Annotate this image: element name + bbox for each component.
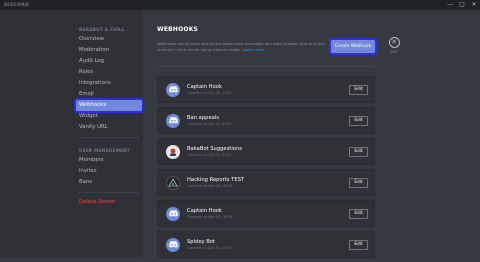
discord-logo-icon (168, 117, 178, 124)
sidebar-item-overview[interactable]: Overview (76, 34, 142, 45)
webhook-avatar (166, 175, 180, 190)
discord-logo-icon (168, 86, 178, 93)
webhook-info: BakaBot Suggestions Created on Oct 22, 2… (187, 146, 349, 158)
webhook-info: Spidey Bot Created on Apr 30, 2019 (187, 239, 349, 251)
webhook-avatar (166, 206, 180, 221)
webhooks-description: Webhooks are an easy way to get automate… (157, 41, 332, 53)
settings-sidebar: BAKABOT & CHILL Overview Moderation Audi… (0, 10, 144, 257)
server-section-header: BAKABOT & CHILL (79, 27, 125, 32)
edit-button[interactable]: Edit (349, 84, 368, 95)
sidebar-item-roles[interactable]: Roles (76, 67, 142, 78)
custom-avatar-icon (168, 177, 178, 186)
close-icon[interactable]: ✕ (388, 37, 400, 48)
title-bar: DISCORD — □ ✕ (0, 0, 480, 10)
sidebar-item-webhooks[interactable]: Webhooks (74, 98, 144, 113)
sidebar-item-bans[interactable]: Bans (76, 177, 142, 188)
webhook-info: Captain Hook Created on Nov 30, 2018 (187, 208, 349, 220)
edit-button[interactable]: Edit (349, 146, 368, 157)
edit-button[interactable]: Edit (349, 177, 368, 188)
webhook-row: Hacking Reports TEST Created on Nov 30, … (157, 169, 375, 196)
webhook-date: Created on Oct 18, 2018 (187, 90, 232, 95)
webhook-name: BakaBot Suggestions (187, 145, 242, 152)
webhook-list: Captain Hook Created on Oct 18, 2018 Edi… (157, 76, 375, 262)
webhook-info: Ban appeals Created on Oct 19, 2018 (187, 115, 349, 127)
edit-button[interactable]: Edit (349, 239, 368, 250)
webhook-row: Captain Hook Created on Oct 18, 2018 Edi… (157, 76, 375, 103)
webhook-avatar (166, 144, 180, 159)
webhook-date: Created on Apr 30, 2019 (187, 245, 232, 250)
webhook-name: Spidey Bot (187, 238, 215, 245)
sidebar-divider (79, 192, 139, 193)
webhook-row: Ban appeals Created on Oct 19, 2018 Edit (157, 107, 375, 134)
webhook-name: Ban appeals (187, 114, 219, 121)
webhook-avatar (166, 237, 180, 252)
delete-server-button[interactable]: Delete Server (76, 197, 142, 208)
close-settings[interactable]: ✕ ESC (388, 37, 400, 54)
sidebar-item-widget[interactable]: Widget (76, 111, 142, 122)
webhooks-panel: WEBHOOKS Webhooks are an easy way to get… (143, 10, 480, 258)
settings-nav: BAKABOT & CHILL Overview Moderation Audi… (74, 26, 144, 208)
learn-more-link[interactable]: Learn more. (243, 47, 266, 52)
webhook-date: Created on Nov 30, 2018 (187, 214, 233, 219)
description-text: Webhooks are an easy way to get automate… (157, 41, 325, 52)
sidebar-item-audit-log[interactable]: Audit Log (76, 56, 142, 67)
app-title: DISCORD (4, 2, 30, 8)
window-close-button[interactable]: ✕ (468, 0, 480, 10)
webhook-date: Created on Nov 30, 2018 (187, 183, 233, 188)
edit-button[interactable]: Edit (349, 115, 368, 126)
page-title: WEBHOOKS (157, 26, 199, 33)
sidebar-divider (79, 137, 139, 138)
sidebar-item-moderation[interactable]: Moderation (76, 45, 142, 56)
esc-label: ESC (390, 50, 398, 54)
sidebar-item-emoji[interactable]: Emoji (76, 89, 142, 100)
discord-logo-icon (168, 241, 178, 248)
webhook-date: Created on Oct 22, 2018 (187, 152, 232, 157)
sidebar-item-integrations[interactable]: Integrations (76, 78, 142, 89)
discord-logo-icon (168, 210, 178, 217)
webhook-info: Captain Hook Created on Oct 18, 2018 (187, 84, 349, 96)
user-management-header: USER MANAGEMENT (79, 148, 130, 153)
webhook-date: Created on Oct 19, 2018 (187, 121, 232, 126)
webhook-avatar (166, 82, 180, 97)
webhook-name: Captain Hook (187, 207, 222, 214)
edit-button[interactable]: Edit (349, 208, 368, 219)
webhook-row: Spidey Bot Created on Apr 30, 2019 Edit (157, 231, 375, 258)
maximize-button[interactable]: □ (456, 0, 468, 10)
webhook-row: BakaBot Suggestions Created on Oct 22, 2… (157, 138, 375, 165)
custom-avatar-icon (170, 148, 176, 156)
webhook-row: Captain Hook Created on Nov 30, 2018 Edi… (157, 200, 375, 227)
webhook-avatar (166, 113, 180, 128)
webhook-name: Hacking Reports TEST (187, 176, 245, 183)
sidebar-item-vanity-url[interactable]: Vanity URL (76, 122, 142, 133)
webhook-name: Captain Hook (187, 83, 222, 90)
minimize-button[interactable]: — (444, 0, 456, 10)
sidebar-item-invites[interactable]: Invites (76, 166, 142, 177)
header-divider (157, 66, 375, 67)
create-webhook-button[interactable]: Create Webhook (329, 38, 377, 55)
sidebar-item-members[interactable]: Members (76, 155, 142, 166)
webhook-info: Hacking Reports TEST Created on Nov 30, … (187, 177, 349, 189)
